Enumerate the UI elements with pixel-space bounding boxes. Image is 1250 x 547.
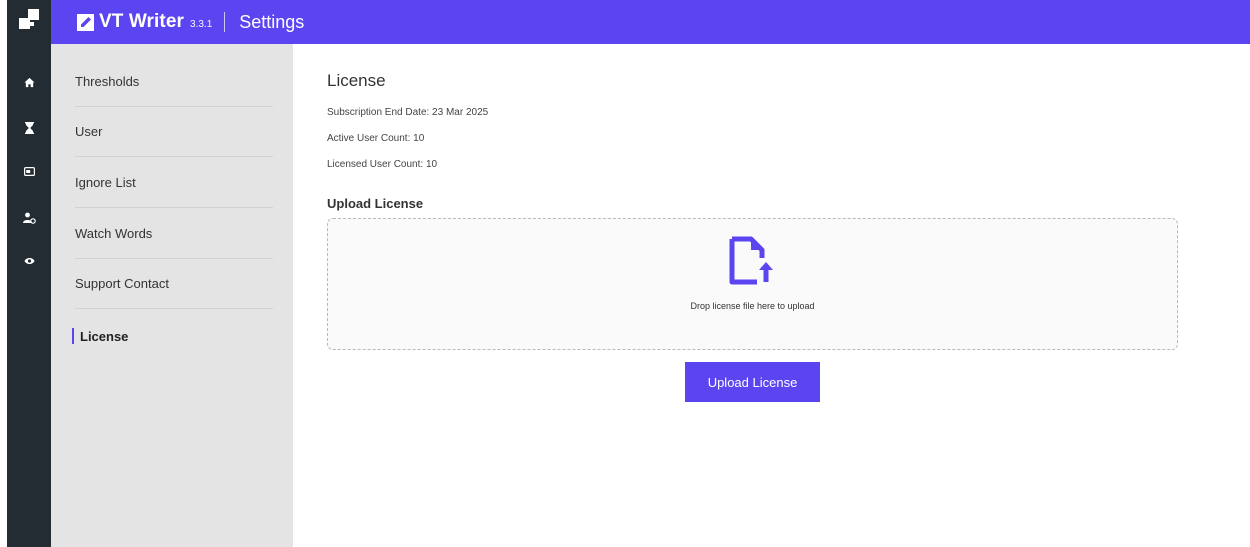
menu-item-label: User xyxy=(75,124,103,139)
upload-license-button[interactable]: Upload License xyxy=(685,362,820,402)
section-title: License xyxy=(327,71,386,90)
menu-item-watch-words[interactable]: Watch Words xyxy=(75,209,273,259)
home-icon[interactable] xyxy=(7,68,51,96)
eye-icon[interactable] xyxy=(7,247,51,275)
header-divider xyxy=(224,12,226,32)
user-settings-icon[interactable] xyxy=(7,204,51,232)
app-rail xyxy=(7,0,51,547)
menu-item-support-contact[interactable]: Support Contact xyxy=(75,259,273,309)
dropzone-text: Drop license file here to upload xyxy=(690,301,815,311)
page-title: Settings xyxy=(239,11,305,32)
menu-item-ignore-list[interactable]: Ignore List xyxy=(75,158,273,208)
menu-item-label: License xyxy=(80,328,129,344)
menu-item-user[interactable]: User xyxy=(75,107,273,157)
app-logo-icon[interactable] xyxy=(19,9,39,29)
app-name: VT Writer xyxy=(99,11,185,32)
active-user-count: Active User Count: 10 xyxy=(327,133,425,144)
menu-item-thresholds[interactable]: Thresholds xyxy=(75,57,273,107)
pencil-logo-icon xyxy=(77,13,94,31)
upload-heading: Upload License xyxy=(327,196,424,211)
licensed-user-count: Licensed User Count: 10 xyxy=(327,159,438,170)
menu-item-label: Thresholds xyxy=(75,74,140,89)
menu-item-label: Watch Words xyxy=(75,226,153,241)
subscription-end-date: Subscription End Date: 23 Mar 2025 xyxy=(327,107,489,118)
file-upload-icon xyxy=(729,236,773,285)
card-icon[interactable] xyxy=(7,157,51,185)
hourglass-icon[interactable] xyxy=(7,114,51,142)
menu-item-label: Support Contact xyxy=(75,276,169,291)
license-dropzone[interactable]: Drop license file here to upload xyxy=(327,218,1178,350)
menu-item-label: Ignore List xyxy=(75,175,136,190)
top-header: VT Writer 3.3.1 Settings xyxy=(51,0,1250,44)
settings-menu: Thresholds User Ignore List Watch Words … xyxy=(51,44,293,547)
active-indicator xyxy=(72,328,74,344)
menu-item-license[interactable]: License xyxy=(72,311,273,361)
app-version: 3.3.1 xyxy=(190,19,213,30)
